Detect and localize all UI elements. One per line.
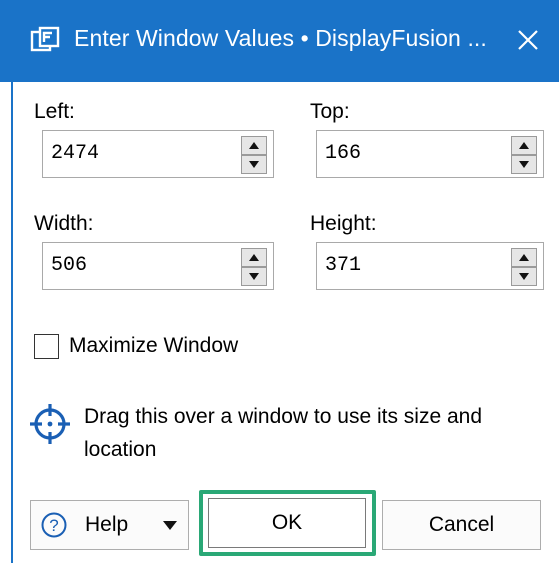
width-increment-button[interactable] — [241, 248, 267, 267]
help-button[interactable]: ? Help — [30, 500, 189, 550]
window-frame-edge — [0, 82, 13, 563]
arrow-up-icon — [249, 254, 259, 261]
maximize-window-label[interactable]: Maximize Window — [69, 334, 238, 358]
svg-text:?: ? — [49, 516, 58, 535]
window-title: Enter Window Values • DisplayFusion ... — [74, 25, 487, 51]
left-spinbox[interactable]: 2474 — [42, 130, 274, 178]
height-label: Height: — [310, 212, 377, 235]
ok-button[interactable]: OK — [208, 498, 366, 548]
width-spinbox[interactable]: 506 — [42, 242, 274, 290]
left-label: Left: — [34, 100, 75, 123]
maximize-window-checkbox[interactable] — [34, 334, 59, 359]
top-input[interactable]: 166 — [325, 131, 485, 177]
crosshair-target-icon[interactable] — [28, 402, 72, 446]
top-spinbox[interactable]: 166 — [316, 130, 544, 178]
height-decrement-button[interactable] — [511, 267, 537, 286]
close-icon — [518, 30, 538, 50]
height-input[interactable]: 371 — [325, 243, 485, 289]
top-decrement-button[interactable] — [511, 155, 537, 174]
arrow-down-icon — [249, 273, 259, 280]
top-label: Top: — [310, 100, 350, 123]
help-button-label: Help — [85, 513, 129, 536]
arrow-down-icon — [519, 273, 529, 280]
left-input[interactable]: 2474 — [51, 131, 211, 177]
arrow-up-icon — [519, 142, 529, 149]
left-increment-button[interactable] — [241, 136, 267, 155]
width-label: Width: — [34, 212, 94, 235]
height-spin-buttons — [511, 248, 537, 286]
top-increment-button[interactable] — [511, 136, 537, 155]
arrow-up-icon — [519, 254, 529, 261]
title-bar[interactable]: Enter Window Values • DisplayFusion ... — [0, 0, 559, 82]
displayfusion-icon — [30, 26, 60, 52]
left-decrement-button[interactable] — [241, 155, 267, 174]
height-spinbox[interactable]: 371 — [316, 242, 544, 290]
width-input[interactable]: 506 — [51, 243, 211, 289]
help-icon: ? — [41, 512, 67, 538]
arrow-up-icon — [249, 142, 259, 149]
left-spin-buttons — [241, 136, 267, 174]
width-spin-buttons — [241, 248, 267, 286]
cancel-button[interactable]: Cancel — [382, 500, 541, 550]
dropdown-caret-icon[interactable] — [163, 521, 177, 530]
drag-target-hint: Drag this over a window to use its size … — [84, 405, 483, 461]
arrow-down-icon — [519, 161, 529, 168]
height-increment-button[interactable] — [511, 248, 537, 267]
close-button[interactable] — [504, 16, 552, 64]
width-decrement-button[interactable] — [241, 267, 267, 286]
top-spin-buttons — [511, 136, 537, 174]
arrow-down-icon — [249, 161, 259, 168]
